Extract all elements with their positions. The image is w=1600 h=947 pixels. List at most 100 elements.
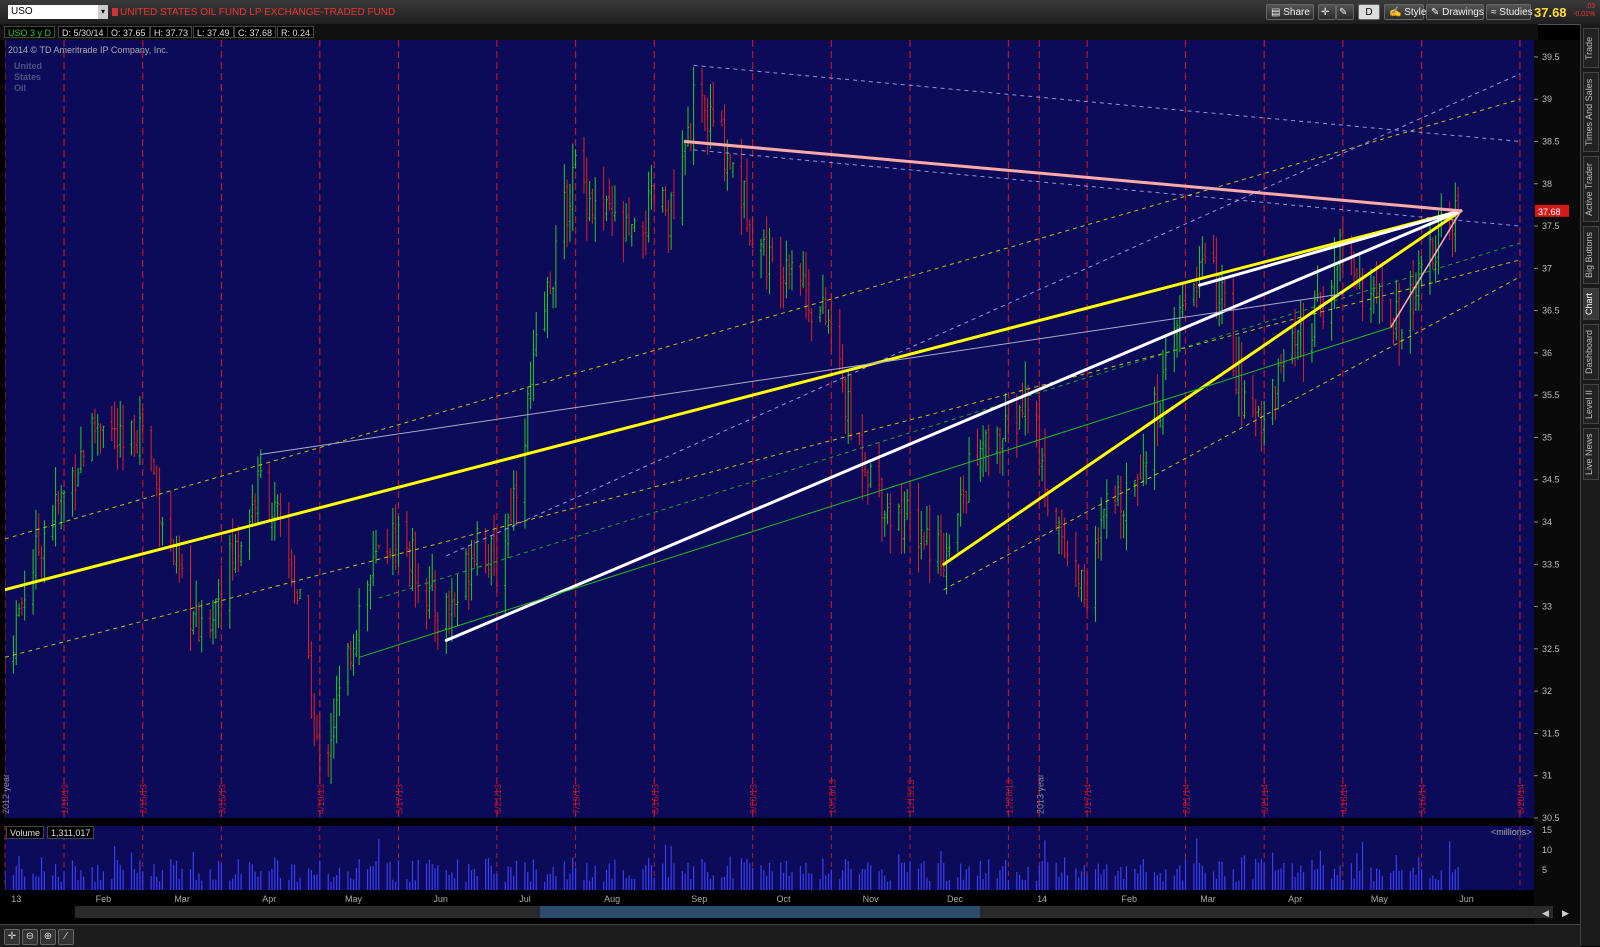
scroll-left-icon[interactable]: ◀ (1542, 908, 1549, 918)
symbol-input[interactable]: USO (8, 5, 108, 19)
scroll-right-icon[interactable]: ▶ (1562, 908, 1569, 918)
sidebar-tab-big-buttons[interactable]: Big Buttons (1583, 226, 1599, 284)
month-label: Oct (777, 894, 792, 904)
price-chart[interactable]: 30.5 31 31.5 32 32.5 33 33.5 34 34.5 35 35.5 36 36.5… (0, 40, 1580, 924)
sidebar-tab-level-ii[interactable]: Level II (1583, 384, 1599, 424)
price-tick-label: 31 (1542, 771, 1552, 781)
week-marker-label: 7/19/13 (572, 784, 582, 814)
drawings-button[interactable]: ✎ Drawings (1426, 4, 1484, 20)
month-label: Feb (96, 894, 112, 904)
sidebar-tab-active-trader[interactable]: Active Trader (1583, 156, 1599, 222)
sidebar-tab-live-news[interactable]: Live News (1583, 428, 1599, 480)
week-marker-label: 6/21/13 (493, 784, 503, 814)
sidebar-tab-chart[interactable]: Chart (1583, 288, 1599, 320)
bottom-toolbar: ✛ ⊖ ⊕ ⁄ (0, 924, 1580, 947)
watermark-line-2: States (14, 72, 41, 82)
month-label: May (345, 894, 363, 904)
week-marker-label: 2013 year (1035, 774, 1045, 814)
price-tick-label: 36.5 (1542, 306, 1560, 316)
period-label[interactable]: USO 3 y D (4, 26, 56, 38)
zoom-in-icon[interactable]: ⊕ (40, 929, 56, 945)
range-label: R: 0.24 (277, 26, 315, 38)
volume-tick-label: 5 (1542, 865, 1547, 875)
change-pct: -0.01% (1573, 11, 1596, 18)
month-label: Apr (1288, 894, 1302, 904)
month-label: 14 (1037, 894, 1047, 904)
week-marker-label: 4/18/14 (1339, 784, 1349, 814)
price-change: .03 -0.01% (1573, 3, 1595, 19)
week-marker-label: 3/15/13 (217, 784, 227, 814)
crosshair-icon[interactable]: ✛ (1318, 4, 1336, 20)
month-label: May (1371, 894, 1389, 904)
volume-units: <millions> (1491, 827, 1532, 837)
price-tick-label: 32.5 (1542, 644, 1560, 654)
month-label: Jun (1459, 894, 1474, 904)
week-marker-label: 5/17/13 (394, 784, 404, 814)
share-label: Share (1283, 7, 1310, 18)
volume-tick-label: 15 (1542, 825, 1552, 835)
close-label: C: 37.68 (234, 26, 277, 38)
month-label: Dec (947, 894, 964, 904)
week-marker-label: 2/15/13 (139, 784, 149, 814)
pan-icon[interactable]: ✛ (4, 929, 20, 945)
watermark-line-3: Oil (14, 83, 26, 93)
month-label: Feb (1122, 894, 1138, 904)
price-tick-label: 39.5 (1542, 52, 1560, 62)
month-label: Jun (433, 894, 448, 904)
week-marker-label: 8/16/13 (650, 784, 660, 814)
draw-line-icon[interactable]: ⁄ (58, 929, 74, 945)
fund-flag-icon (112, 8, 118, 16)
month-label: Mar (174, 894, 190, 904)
price-tick-label: 31.5 (1542, 728, 1560, 738)
month-label: Mar (1200, 894, 1216, 904)
month-label: Nov (863, 894, 880, 904)
high-label: H: 37.73 (150, 26, 193, 38)
sidebar-tab-trade[interactable]: Trade (1583, 28, 1599, 68)
month-label: Aug (604, 894, 620, 904)
share-button[interactable]: ▤ Share (1266, 4, 1314, 20)
change-value: .03 (1585, 3, 1596, 10)
price-tick-label: 39 (1542, 94, 1552, 104)
style-button[interactable]: ✍ Style (1384, 4, 1427, 20)
week-marker-label: 11/15/13 (906, 780, 916, 814)
week-marker-label: 2012 year (1, 774, 11, 814)
price-tick-label: 37 (1542, 263, 1552, 273)
scrollbar-thumb[interactable] (540, 906, 980, 918)
sidebar-tab-dashboard[interactable]: Dashboard (1583, 324, 1599, 380)
week-marker-label: 4/19/13 (316, 784, 326, 814)
style-label: Style (1404, 7, 1427, 18)
price-tick-label: 33 (1542, 602, 1552, 612)
price-tick-label: 35.5 (1542, 390, 1560, 400)
price-tick-label: 35 (1542, 432, 1552, 442)
last-price-tag-label: 37.68 (1538, 207, 1561, 217)
month-label: Sep (691, 894, 707, 904)
sidebar-tab-times-and-sales[interactable]: Times And Sales (1583, 72, 1599, 152)
week-marker-label: 6/20/14 (1516, 784, 1526, 814)
week-marker-label: 12/20/13 (1004, 779, 1014, 814)
aggregation-button[interactable]: D (1358, 4, 1380, 20)
zoom-out-icon[interactable]: ⊖ (22, 929, 38, 945)
week-marker-label: 3/21/14 (1260, 784, 1270, 814)
week-marker-label: 2/21/14 (1181, 784, 1191, 814)
price-tick-label: 36 (1542, 348, 1552, 358)
week-marker-label: 10/18/13 (827, 779, 837, 814)
drawings-label: Drawings (1442, 7, 1484, 18)
month-label: Apr (262, 894, 276, 904)
wrench-icon[interactable]: ✎ (1336, 4, 1354, 20)
date-label: D: 5/30/14 (58, 26, 108, 38)
volume-tick-label: 10 (1542, 845, 1552, 855)
price-tick-label: 34 (1542, 517, 1552, 527)
price-tick-label: 34.5 (1542, 475, 1560, 485)
studies-button[interactable]: ≈ Studies (1486, 4, 1533, 20)
price-tick-label: 32 (1542, 686, 1552, 696)
fund-name: UNITED STATES OIL FUND LP EXCHANGE-TRADE… (120, 7, 396, 18)
volume-value: 1,311,017 (47, 826, 95, 839)
price-tick-label: 38.5 (1542, 136, 1560, 146)
right-sidebar: Trade Times And Sales Active Trader Big … (1580, 24, 1600, 946)
top-toolbar: USO ▾ UNITED STATES OIL FUND LP EXCHANGE… (0, 0, 1600, 25)
low-label: L: 37.49 (193, 26, 234, 38)
studies-label: Studies (1499, 7, 1533, 18)
last-price: 37.68 (1534, 5, 1567, 20)
symbol-dropdown-icon[interactable]: ▾ (98, 5, 108, 19)
plot-area (5, 40, 1534, 818)
